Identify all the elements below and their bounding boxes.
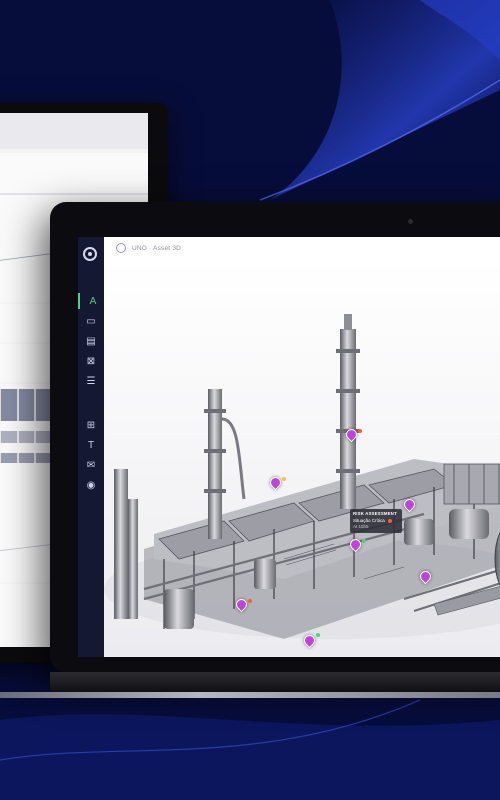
list-icon: ☰ bbox=[86, 375, 96, 387]
sidebar-item-network[interactable]: ⊠ bbox=[78, 353, 104, 369]
tooltip-status: Situação Crítica bbox=[353, 518, 385, 523]
sidebar-item-clipboard[interactable]: ▤ bbox=[78, 333, 104, 349]
tooltip-status-row: Situação Crítica bbox=[353, 518, 399, 523]
sidebar-item-mail[interactable]: ✉ bbox=[78, 457, 104, 473]
sidebar-item-chart[interactable]: ⊞ bbox=[78, 417, 104, 433]
status-dot bbox=[358, 429, 362, 433]
chart-icon: ⊞ bbox=[86, 419, 96, 431]
mail-icon: ✉ bbox=[86, 459, 96, 471]
sidebar-item-a[interactable]: A bbox=[78, 293, 106, 309]
app-logo-icon[interactable] bbox=[83, 247, 97, 261]
app-sidebar: A ▭ ▤ ⊠ ☰ ⊞ T ✉ ◉ bbox=[78, 237, 104, 657]
status-dot bbox=[248, 599, 252, 603]
asset-icon bbox=[116, 243, 126, 253]
front-laptop-base bbox=[50, 672, 500, 692]
front-laptop-screen: A ▭ ▤ ⊠ ☰ ⊞ T ✉ ◉ UNO · Asset 3D RISK AS… bbox=[78, 237, 500, 657]
clipboard-icon: ▤ bbox=[86, 335, 96, 347]
critical-status-icon bbox=[387, 518, 392, 523]
network-icon: ⊠ bbox=[86, 355, 96, 367]
a-icon: A bbox=[89, 295, 97, 307]
sidebar-item-box[interactable]: ▭ bbox=[78, 313, 104, 329]
industrial-plant-model bbox=[104, 259, 500, 657]
risk-assessment-tooltip: RISK ASSESSMENT Situação Crítica At 15h5 bbox=[350, 509, 402, 533]
tooltip-extra: At 15h5 bbox=[353, 524, 369, 529]
sidebar-item-chat[interactable]: ◉ bbox=[78, 477, 104, 493]
sidebar-item-text[interactable]: T bbox=[78, 437, 104, 453]
box-icon: ▭ bbox=[86, 315, 96, 327]
chat-icon: ◉ bbox=[86, 479, 96, 491]
page-title: UNO · Asset 3D bbox=[132, 244, 182, 252]
laptop-edge-highlight bbox=[0, 692, 500, 698]
webcam bbox=[408, 219, 413, 224]
tooltip-title: RISK ASSESSMENT bbox=[353, 511, 397, 516]
3d-plant-viewport[interactable]: RISK ASSESSMENT Situação Crítica At 15h5 bbox=[104, 259, 500, 657]
front-laptop: A ▭ ▤ ⊠ ☰ ⊞ T ✉ ◉ UNO · Asset 3D RISK AS… bbox=[50, 202, 500, 672]
sidebar-item-list[interactable]: ☰ bbox=[78, 373, 104, 389]
status-dot bbox=[362, 539, 366, 543]
status-dot bbox=[282, 477, 286, 481]
text-icon: T bbox=[87, 439, 95, 451]
status-dot bbox=[316, 633, 320, 637]
app-header: UNO · Asset 3D bbox=[104, 237, 500, 260]
